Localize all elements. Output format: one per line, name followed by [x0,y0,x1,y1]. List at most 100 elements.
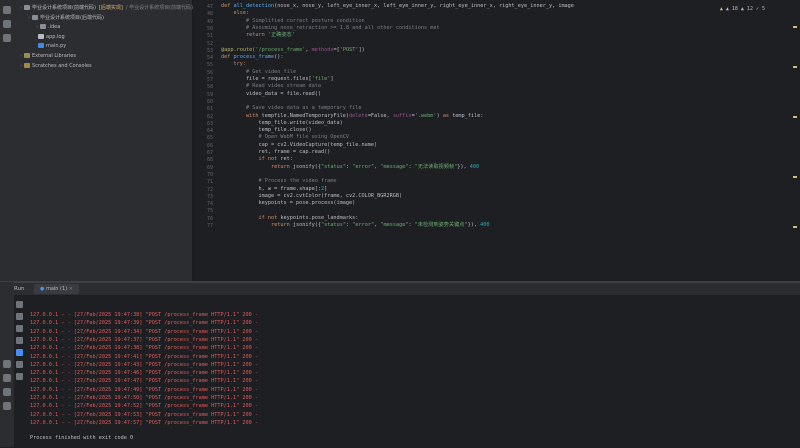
code-line[interactable]: # Read video stream data [221,83,321,90]
code-line[interactable]: @app.route('/process_frame', methods=['P… [221,47,365,54]
tree-item-badge: [后端实现] [98,5,123,11]
library-icon [24,53,30,58]
code-line[interactable]: return jsonify({"status": "error", "mess… [221,222,490,229]
project-tree-item[interactable]: › .idea [36,23,60,32]
terminal-icon[interactable] [3,374,11,382]
code-token: ret, frame = cap.read() [221,149,331,155]
line-number: 75 [206,208,213,215]
python-console-icon[interactable] [3,360,11,368]
code-token: video_data = file.read() [221,90,321,97]
project-tree-item[interactable]: › 毕业设计系统项目(后端代码) [28,14,104,23]
run-header: Run ● main (1) × [14,283,800,295]
project-tree-item[interactable]: app.log [36,33,65,42]
console-line: 127.0.0.1 - - [27/Feb/2025 19:47:37] "PO… [30,336,258,343]
scroll-up-icon[interactable] [16,325,23,332]
git-icon[interactable] [3,402,11,410]
code-token: image = cv2.cvtColor(frame, cv2.COLOR_BG… [221,192,403,199]
code-line[interactable]: if not ret: [221,156,292,163]
folder-icon [40,24,46,30]
chevron-icon[interactable]: › [36,24,38,30]
code-line[interactable]: ret, frame = cap.read() [221,149,330,156]
code-editor[interactable]: 47 48 49 50 51 52 53 54 55 56 57 58 59 60 61 62 63 64 65 66… [193,0,800,282]
code-token: h, w = frame.shape[: [221,185,321,192]
problems-icon[interactable] [3,388,11,396]
line-number: 70 [206,171,213,178]
inspection-status[interactable]: ▲ ▲ 18 ▲ 12 ✓ 5 [720,6,765,12]
code-token: cap = cv2.VideoCapture(temp_file.name) [221,141,378,148]
line-number: 47 [206,4,213,10]
code-line[interactable]: # Assuming nose_retraction >= 1.8 and al… [221,25,440,32]
code-line[interactable]: def process_frame(): [221,54,283,61]
console-line: 127.0.0.1 - - [27/Feb/2025 19:47:46] "PO… [30,370,258,377]
file-icon [38,43,44,49]
code-line[interactable]: keypoints = pose.process(image) [221,200,355,207]
chevron-icon[interactable]: › [20,63,22,69]
trash-icon[interactable] [16,373,23,380]
scrollbar-marks[interactable] [793,6,797,266]
project-icon[interactable] [3,6,11,14]
commit-icon[interactable] [3,20,11,28]
inspection-counts: ▲ 18 ▲ 12 ✓ 5 [725,6,765,12]
code-token: # Process the video frame [221,178,337,185]
code-line[interactable]: temp_file.close() [221,127,312,134]
code-line[interactable]: cap = cv2.VideoCapture(temp_file.name) [221,142,377,149]
soft-wrap-icon[interactable] [16,349,23,356]
code-line[interactable]: return '正确姿态' [221,32,295,39]
run-tab-main[interactable]: ● main (1) × [34,284,79,294]
code-token: ] [330,76,334,82]
code-line[interactable]: # Process the video frame [221,178,337,185]
code-line[interactable]: file = request.files['file'] [221,76,333,83]
code-token: temp_file.close() [221,127,312,134]
project-tree-item[interactable]: › 毕业设计系统项目(前端代码) [后端实现] / 毕业设计系统项目(前端代码) [20,4,193,13]
code-line[interactable]: return jsonify({"status": "error", "mess… [221,164,479,171]
code-line[interactable]: if not keypoints.pose_landmarks: [221,215,358,222]
line-number: 64 [206,128,213,135]
code-token: (): [274,54,284,61]
line-number: 50 [206,25,213,32]
code-line[interactable]: try: [221,61,246,68]
line-number: 67 [206,150,213,156]
code-line[interactable]: # Open WebM file using OpenCV [221,134,349,141]
close-icon[interactable]: × [69,286,73,292]
code-token: "status" [320,163,346,170]
line-number: 61 [206,106,213,113]
structure-icon[interactable] [3,34,11,42]
code-line[interactable]: h, w = frame.shape[:2] [221,186,327,193]
library-icon [24,62,30,68]
chevron-icon[interactable]: › [20,53,22,59]
code-token: 400 [469,163,480,170]
stop-icon[interactable] [16,313,23,320]
chevron-icon[interactable]: › [28,15,30,21]
console-line: 127.0.0.1 - - [27/Feb/2025 19:47:47] "PO… [30,378,258,385]
project-panel: › 毕业设计系统项目(前端代码) [后端实现] / 毕业设计系统项目(前端代码) › 毕业… [14,0,193,282]
code-token: 400 [480,222,490,228]
line-number: 55 [206,62,213,69]
line-number: 51 [206,33,213,40]
print-icon[interactable] [16,361,23,368]
code-token: '.webm' [414,112,437,119]
project-tree-item[interactable]: › External Libraries [20,52,76,61]
code-token: delete [349,112,368,119]
code-line[interactable]: def all_detection(nose_x, nose_y, left_e… [221,3,574,10]
scroll-down-icon[interactable] [16,337,23,344]
code-token: if not [221,156,281,163]
code-line[interactable]: # Simplified correct posture condition [221,18,365,25]
code-line[interactable]: else: [221,10,249,17]
code-token: file = request.files[ [221,76,312,82]
code-line[interactable]: temp_file.write(video_data) [221,120,342,127]
code-token: ]) [358,46,365,53]
line-number: 65 [206,135,213,142]
code-line[interactable]: # Get video file [221,69,296,76]
code-line[interactable]: with tempfile.NamedTemporaryFile(delete=… [221,113,483,120]
code-line[interactable]: # Save video data as a temporary file [221,105,362,112]
project-tree-item[interactable]: › Scratches and Consoles [20,62,92,71]
code-line[interactable]: video_data = file.read() [221,91,321,98]
code-line[interactable]: image = cv2.cvtColor(frame, cv2.COLOR_BG… [221,193,402,200]
chevron-icon[interactable]: › [20,5,22,11]
code-token: "status" [320,222,346,228]
project-tree-item[interactable]: main.py [36,42,66,51]
line-number: 59 [206,91,213,98]
tree-item-path: / 毕业设计系统项目(前端代码) [125,5,193,11]
rerun-icon[interactable] [16,301,23,308]
file-icon [38,33,44,39]
